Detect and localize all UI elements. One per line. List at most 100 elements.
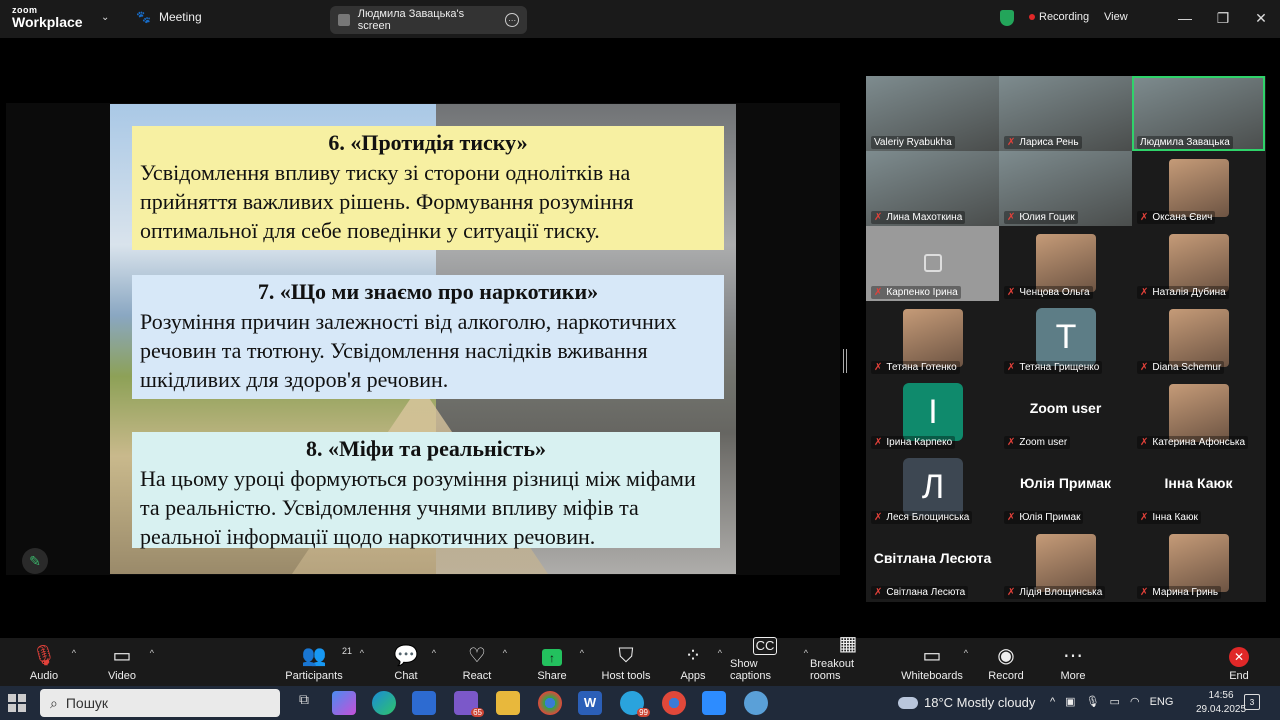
battery-icon[interactable]: ▭: [1110, 695, 1120, 708]
viber-icon[interactable]: 65: [454, 691, 484, 717]
chevron-up-icon[interactable]: ^: [432, 648, 436, 658]
participant-tile[interactable]: Світлана Лесюта ✗ Світлана Лесюта: [866, 526, 999, 601]
participant-name: Катерина Афонська: [1152, 437, 1246, 448]
chevron-up-icon[interactable]: ^: [804, 648, 808, 658]
participant-photo: [1169, 309, 1229, 367]
participant-name-tag: ✗ Тетяна Готенко: [871, 361, 960, 374]
participant-tile[interactable]: ✗ Лариса Рень: [999, 76, 1132, 151]
mic-muted-icon: ✗: [1140, 587, 1149, 598]
participant-display-name: Інна Каюк: [1164, 475, 1233, 491]
section-8-heading: 8. «Міфи та реальність»: [305, 436, 546, 461]
participant-tile[interactable]: ✗ Оксана Євич: [1132, 151, 1265, 226]
notification-icon[interactable]: 3: [1244, 694, 1260, 710]
chevron-up-icon[interactable]: ^: [503, 648, 507, 658]
chevron-down-icon[interactable]: ⌄: [101, 12, 109, 23]
minimize-icon[interactable]: —: [1166, 0, 1204, 36]
chevron-up-icon[interactable]: ^: [1050, 696, 1055, 708]
chrome-profile-icon[interactable]: [662, 691, 686, 715]
participant-tile[interactable]: T ✗ Тетяна Грищенко: [999, 301, 1132, 376]
participant-tile[interactable]: ✗ Юлия Гоцик: [999, 151, 1132, 226]
window-controls: — ❐ ✕: [1166, 0, 1280, 36]
mic-muted-icon: ✗: [874, 212, 883, 223]
apps-button[interactable]: ⁘ Apps ^: [678, 638, 722, 686]
whiteboards-button[interactable]: ▭ Whiteboards ^: [901, 638, 968, 686]
slide-section-6: 6. «Протидія тиску» Усвідомлення впливу …: [132, 126, 724, 250]
participant-name-tag: ✗ Тетяна Грищенко: [1004, 361, 1103, 374]
record-button[interactable]: ◉ Record: [988, 638, 1024, 686]
app-icon[interactable]: [744, 691, 768, 715]
participant-tile[interactable]: ✗ Катерина Афонська: [1132, 376, 1265, 451]
participant-name: Тетяна Грищенко: [1019, 362, 1100, 373]
microphone-icon[interactable]: 🎙: [1086, 695, 1100, 708]
zoom-app-icon[interactable]: [702, 691, 726, 715]
captions-button[interactable]: CC Show captions ^: [730, 637, 808, 686]
meeting-button[interactable]: 🐾 Meeting: [136, 10, 202, 24]
participant-tile[interactable]: ✗ Diana Schemur: [1132, 301, 1265, 376]
screen-share-pill[interactable]: Людмила Завацька's screen ⋯: [330, 6, 527, 34]
annotate-pencil-icon[interactable]: ✎: [22, 548, 48, 574]
chat-button[interactable]: 💬 Chat ^: [390, 638, 436, 686]
chevron-up-icon[interactable]: ^: [580, 648, 584, 658]
windows-start-icon[interactable]: [8, 694, 26, 712]
participant-display-name: Світлана Лесюта: [873, 550, 992, 566]
end-button[interactable]: ✕ End: [1226, 638, 1252, 686]
store-icon[interactable]: [412, 691, 436, 715]
participant-tile[interactable]: ✗ Наталія Дубина: [1132, 226, 1265, 301]
participant-tile[interactable]: Людмила Завацька: [1132, 76, 1265, 151]
participant-tile[interactable]: Л ✗ Леся Блощинська: [866, 451, 999, 526]
react-button[interactable]: ♡ React ^: [461, 638, 507, 686]
more-options-icon[interactable]: ⋯: [505, 13, 519, 27]
tray-app-icon[interactable]: ▣: [1065, 695, 1075, 708]
edge-browser-icon[interactable]: [372, 691, 396, 715]
wifi-icon[interactable]: ◠: [1130, 695, 1140, 708]
taskbar-search[interactable]: ⌕ Пошук: [40, 689, 280, 717]
weather-widget[interactable]: 18°C Mostly cloudy: [898, 695, 1035, 710]
close-icon[interactable]: ✕: [1242, 0, 1280, 36]
telegram-icon[interactable]: 99: [620, 691, 650, 717]
panel-resize-handle[interactable]: [843, 349, 847, 373]
participant-name-tag: ✗ Лина Махоткина: [871, 211, 966, 224]
participant-tile[interactable]: І ✗ Ірина Карпеко: [866, 376, 999, 451]
participant-tile[interactable]: ✗ Лідія Влощинська: [999, 526, 1132, 601]
participant-name: Ірина Карпеко: [886, 437, 953, 448]
security-shield-icon[interactable]: [1000, 10, 1014, 26]
participants-button[interactable]: 👥 Participants 21 ^: [284, 638, 364, 686]
mic-muted-icon: ✗: [874, 587, 883, 598]
language-indicator[interactable]: ENG: [1150, 696, 1174, 708]
participant-tile[interactable]: ✗ Ченцова Ольга: [999, 226, 1132, 301]
share-button[interactable]: ↑ Share ^: [534, 638, 584, 686]
host-tools-button[interactable]: ⛉ Host tools: [600, 638, 652, 686]
chevron-up-icon[interactable]: ^: [360, 648, 364, 658]
recording-indicator[interactable]: Recording: [1029, 11, 1089, 23]
participant-tile[interactable]: Zoom user ✗ Zoom user: [999, 376, 1132, 451]
chrome-icon[interactable]: [538, 691, 562, 715]
view-button[interactable]: View: [1104, 11, 1128, 23]
participant-tile[interactable]: ✗ Тетяна Готенко: [866, 301, 999, 376]
system-tray: ^ ▣ 🎙 ▭ ◠ ENG: [1050, 695, 1174, 709]
more-button[interactable]: ⋯ More: [1058, 638, 1088, 686]
audio-button[interactable]: 🎙 Audio ^: [26, 638, 76, 686]
chevron-up-icon[interactable]: ^: [72, 648, 76, 658]
participant-tile[interactable]: Інна Каюк ✗ Інна Каюк: [1132, 451, 1265, 526]
participant-name: Юлия Гоцик: [1019, 212, 1075, 223]
participant-name: Diana Schemur: [1152, 362, 1222, 373]
copilot-icon[interactable]: [332, 691, 356, 715]
participant-tile[interactable]: ✗ Марина Гринь: [1132, 526, 1265, 601]
maximize-icon[interactable]: ❐: [1204, 0, 1242, 36]
participant-tile[interactable]: ✗ Карпенко Ірина: [866, 226, 999, 301]
breakout-rooms-button[interactable]: ▦ Breakout rooms: [810, 633, 886, 686]
participant-name-tag: ✗ Ірина Карпеко: [871, 436, 956, 449]
participant-tile[interactable]: Юлія Примак ✗ Юлія Примак: [999, 451, 1132, 526]
section-6-body: Усвідомлення впливу тиску зі сторони одн…: [140, 160, 634, 243]
video-button[interactable]: ▭ Video ^: [104, 638, 154, 686]
participant-tile[interactable]: ✗ Лина Махоткина: [866, 151, 999, 226]
participant-tile[interactable]: Valeriy Ryabukha: [866, 76, 999, 151]
chevron-up-icon[interactable]: ^: [964, 648, 968, 658]
task-view-icon[interactable]: ⧉: [292, 691, 316, 715]
chevron-up-icon[interactable]: ^: [718, 648, 722, 658]
slide-section-7: 7. «Що ми знаємо про наркотики» Розумінн…: [132, 275, 724, 399]
chevron-up-icon[interactable]: ^: [150, 648, 154, 658]
system-clock[interactable]: 14:56 29.04.2025: [1196, 689, 1246, 717]
file-explorer-icon[interactable]: [496, 691, 520, 715]
word-icon[interactable]: W: [578, 691, 602, 715]
